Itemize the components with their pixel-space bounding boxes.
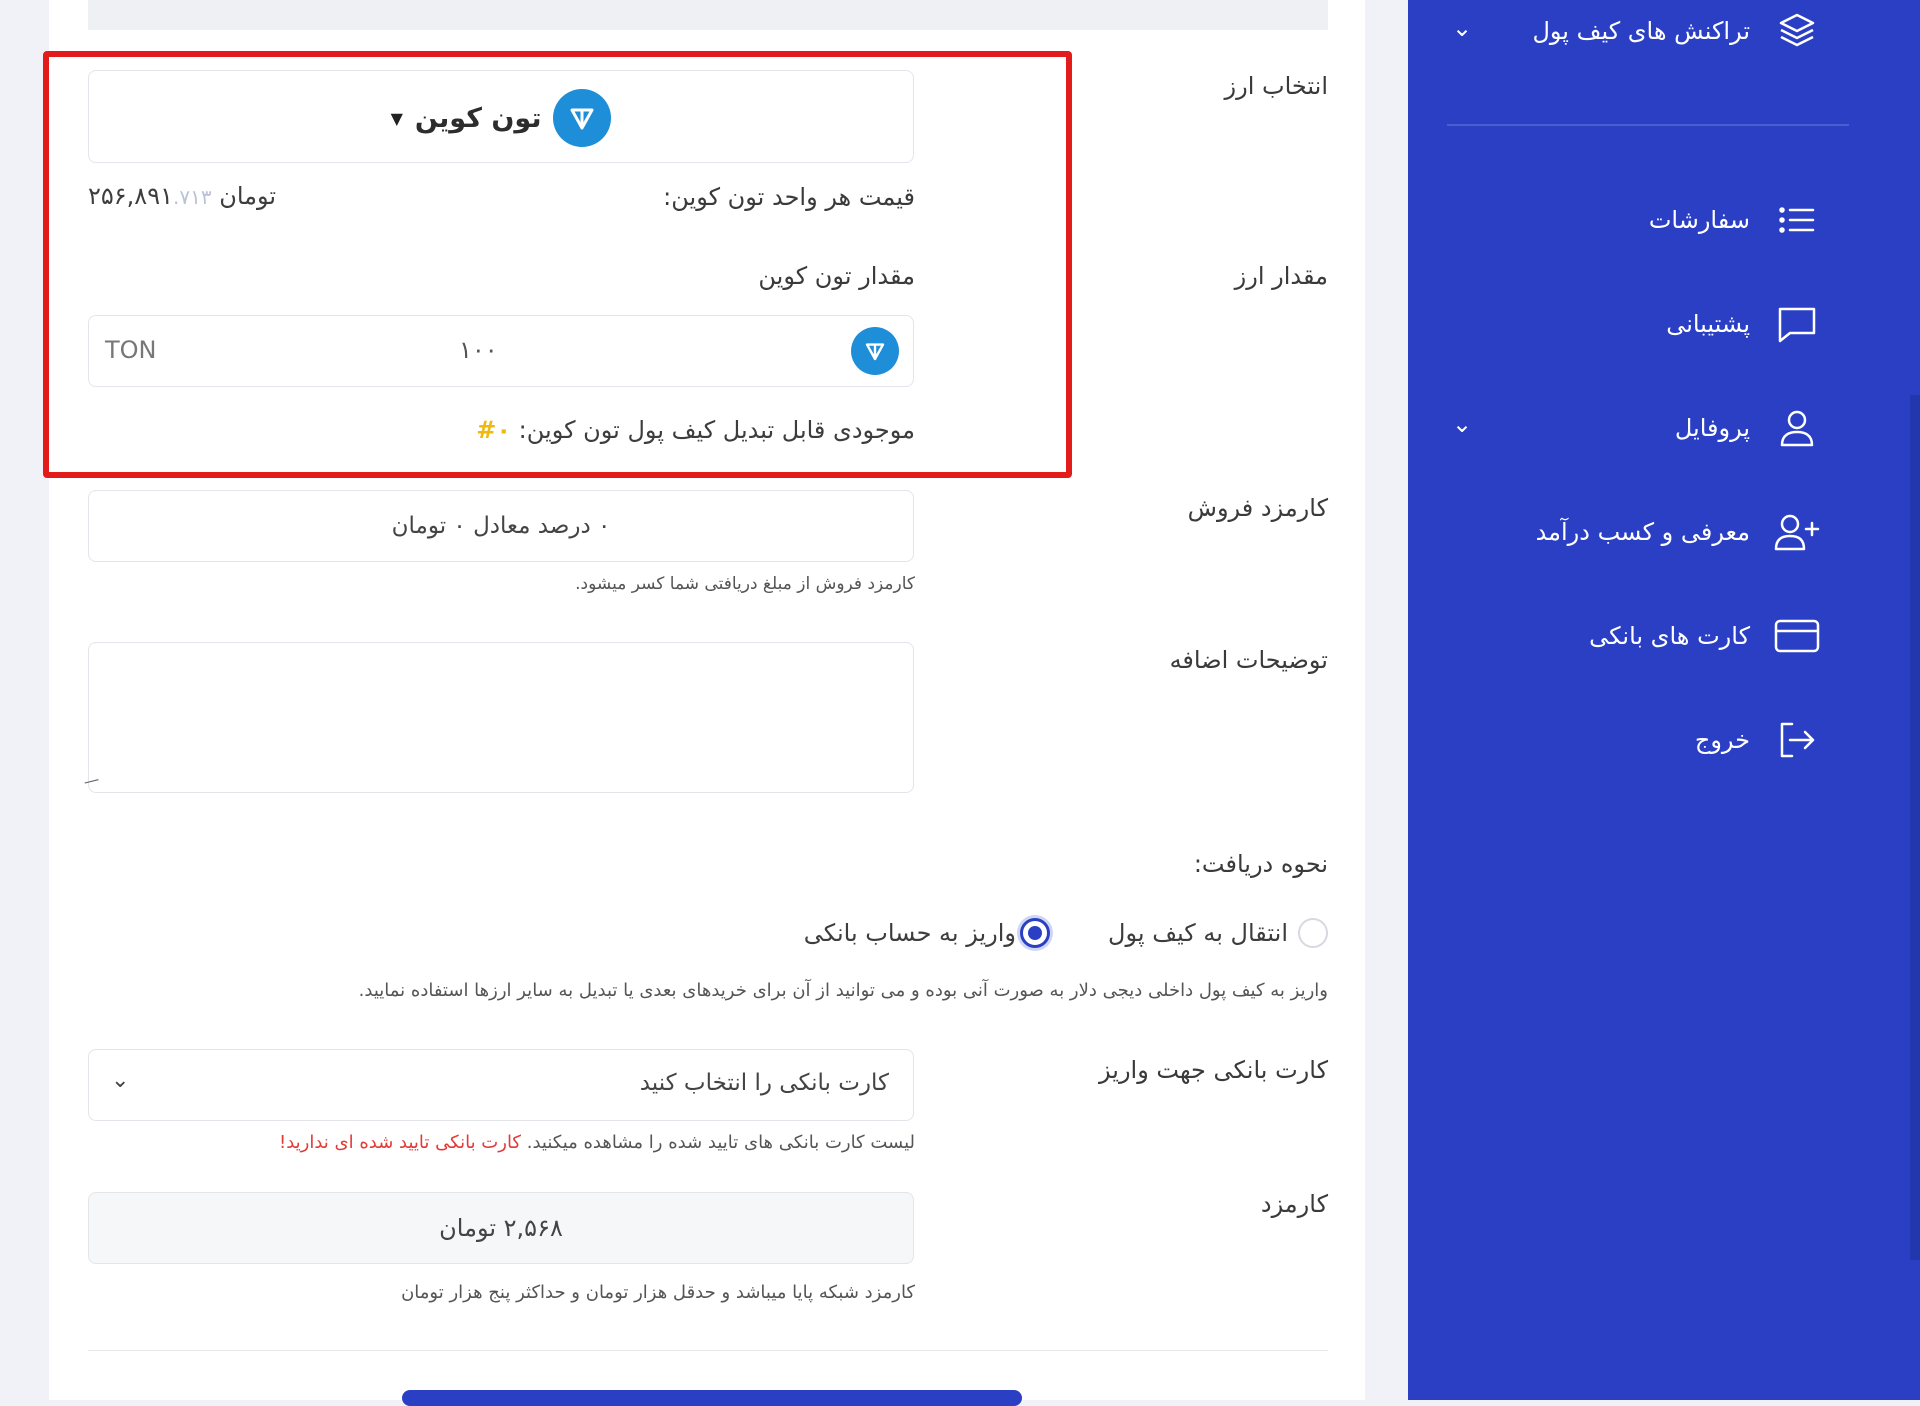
layers-icon bbox=[1774, 8, 1820, 54]
bank-card-help-row: لیست کارت بانکی های تایید شده را مشاهده … bbox=[279, 1132, 915, 1153]
sidebar-item-bank-cards[interactable]: کارت های بانکی bbox=[1420, 611, 1820, 661]
sidebar-item-label: پشتیبانی bbox=[1666, 310, 1750, 338]
currency-label: انتخاب ارز bbox=[1224, 72, 1328, 100]
radio-wallet[interactable] bbox=[1298, 918, 1328, 948]
radio-wallet-option[interactable]: انتقال به کیف پول bbox=[1108, 918, 1328, 948]
amount-label: مقدار ارز bbox=[1234, 262, 1328, 290]
sidebar-item-profile[interactable]: پروفایل bbox=[1420, 403, 1820, 453]
chat-icon bbox=[1774, 301, 1820, 347]
bank-card-label: کارت بانکی جهت واریز bbox=[1099, 1056, 1328, 1084]
submit-button[interactable] bbox=[402, 1390, 1022, 1406]
highlight-box bbox=[43, 51, 1072, 478]
bank-card-warning[interactable]: کارت بانکی تایید شده ای ندارید! bbox=[279, 1132, 521, 1153]
list-icon bbox=[1774, 197, 1820, 243]
sidebar-divider bbox=[1447, 124, 1849, 126]
fee-field: ۲,۵۶۸ تومان bbox=[88, 1192, 914, 1264]
user-icon bbox=[1774, 405, 1820, 451]
sidebar-item-support[interactable]: پشتیبانی bbox=[1420, 299, 1820, 349]
logout-icon bbox=[1774, 717, 1820, 763]
sidebar-item-label: تراکنش های کیف پول bbox=[1532, 17, 1750, 45]
sale-fee-field: ۰ درصد معادل ۰ تومان bbox=[88, 490, 914, 562]
fee-label: کارمزد bbox=[1260, 1190, 1328, 1218]
chevron-down-icon[interactable]: ⌄ bbox=[1452, 14, 1472, 42]
radio-wallet-label: انتقال به کیف پول bbox=[1108, 919, 1288, 947]
receive-help: واریز به کیف پول داخلی دیجی دلار به صورت… bbox=[358, 980, 1328, 1001]
notes-label: توضیحات اضافه bbox=[1169, 646, 1328, 674]
sidebar-item-label: سفارشات bbox=[1648, 206, 1750, 234]
sidebar-item-wallet-transactions[interactable]: تراکنش های کیف پول bbox=[1420, 6, 1820, 56]
bank-card-help: لیست کارت بانکی های تایید شده را مشاهده … bbox=[526, 1132, 915, 1153]
sidebar-item-logout[interactable]: خروج bbox=[1420, 715, 1820, 765]
sidebar-rail bbox=[1910, 395, 1920, 1260]
sidebar-item-label: پروفایل bbox=[1674, 414, 1750, 442]
sidebar-item-referral[interactable]: معرفی و کسب درآمد bbox=[1420, 507, 1820, 557]
sale-fee-help: کارمزد فروش از مبلغ دریافتی شما کسر میشو… bbox=[575, 574, 915, 594]
receive-label: نحوه دریافت: bbox=[1193, 850, 1328, 878]
notes-textarea[interactable] bbox=[88, 642, 914, 793]
sidebar-item-label: کارت های بانکی bbox=[1589, 622, 1750, 650]
sidebar-item-orders[interactable]: سفارشات bbox=[1420, 195, 1820, 245]
credit-card-icon bbox=[1774, 613, 1820, 659]
bank-card-placeholder: کارت بانکی را انتخاب کنید bbox=[639, 1070, 889, 1096]
fee-help: کارمزد شبکه پایا میباشد و حدقل هزار توما… bbox=[401, 1282, 915, 1303]
radio-bank-label: واریز به حساب بانکی bbox=[803, 919, 1016, 947]
chevron-down-icon[interactable]: ⌄ bbox=[1452, 410, 1472, 438]
radio-bank-option[interactable]: واریز به حساب بانکی bbox=[804, 918, 1050, 948]
chevron-down-icon: ⌄ bbox=[111, 1068, 130, 1093]
divider bbox=[88, 1350, 1328, 1351]
sidebar-item-label: معرفی و کسب درآمد bbox=[1535, 518, 1750, 546]
sale-fee-label: کارمزد فروش bbox=[1187, 494, 1328, 522]
radio-bank[interactable] bbox=[1020, 918, 1050, 948]
top-strip bbox=[88, 0, 1328, 30]
sidebar-item-label: خروج bbox=[1694, 726, 1750, 754]
user-plus-icon bbox=[1774, 509, 1820, 555]
bank-card-select[interactable]: کارت بانکی را انتخاب کنید ⌄ bbox=[88, 1049, 914, 1121]
